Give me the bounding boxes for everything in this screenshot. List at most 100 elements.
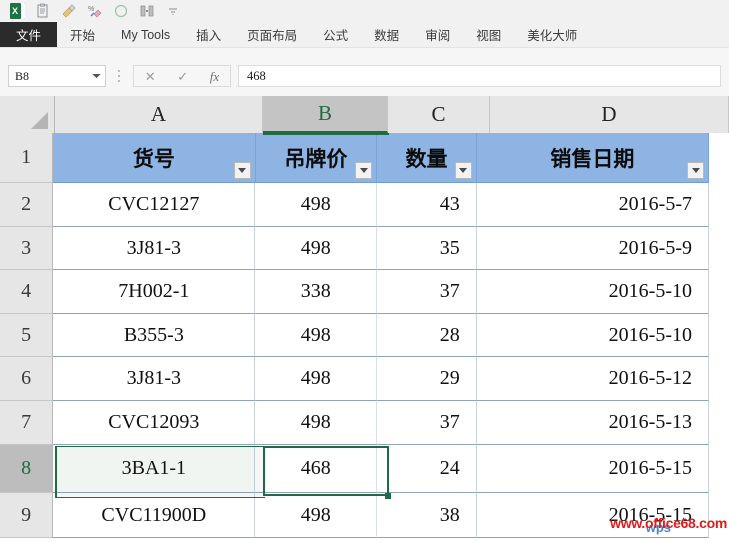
tab-formulas[interactable]: 公式 bbox=[310, 22, 361, 47]
cell-b3[interactable]: 498 bbox=[255, 227, 378, 270]
excel-window: X % 文件 开始 My Tools 插入 页面布局 公式 数据 审阅 视图 美… bbox=[0, 0, 729, 543]
row-header-9[interactable]: 9 bbox=[0, 493, 54, 538]
cell-d2[interactable]: 2016-5-7 bbox=[476, 183, 709, 227]
insert-function-icon[interactable]: fx bbox=[210, 70, 219, 83]
header-cell-d1-label: 销售日期 bbox=[550, 146, 635, 171]
name-box[interactable]: B8 bbox=[8, 65, 106, 87]
cell-c9[interactable]: 38 bbox=[377, 493, 477, 538]
row-header-8[interactable]: 8 bbox=[0, 445, 54, 493]
cell-a6[interactable]: 3J81-3 bbox=[53, 357, 256, 401]
table-row: 6 3J81-3 498 29 2016-5-12 bbox=[0, 357, 729, 401]
cell-b2[interactable]: 498 bbox=[255, 183, 378, 227]
cell-c7[interactable]: 37 bbox=[377, 401, 477, 445]
cell-a9[interactable]: CVC11900D bbox=[53, 493, 256, 538]
tab-beautify-master[interactable]: 美化大师 bbox=[514, 22, 590, 47]
undo-icon[interactable] bbox=[108, 1, 134, 21]
name-box-value: B8 bbox=[15, 68, 30, 83]
tab-my-tools[interactable]: My Tools bbox=[108, 22, 183, 47]
cell-a8[interactable]: 3BA1-1 bbox=[53, 445, 256, 493]
header-cell-c1[interactable]: 数量 bbox=[377, 133, 477, 183]
chevron-down-icon[interactable] bbox=[87, 73, 105, 79]
table-row: 7 CVC12093 498 37 2016-5-13 bbox=[0, 401, 729, 445]
cell-c5[interactable]: 28 bbox=[377, 314, 477, 357]
row-header-5[interactable]: 5 bbox=[0, 314, 54, 357]
spreadsheet-grid: A B C D 1 货号 吊牌价 数量 销售日期 2 CVC12127 498 … bbox=[0, 96, 729, 543]
cell-a2[interactable]: CVC12127 bbox=[53, 183, 256, 227]
cell-b9[interactable]: 498 bbox=[255, 493, 378, 538]
filter-dropdown-icon-c[interactable] bbox=[454, 162, 472, 179]
filter-dropdown-icon-d[interactable] bbox=[687, 162, 704, 179]
cell-a7[interactable]: CVC12093 bbox=[53, 401, 256, 445]
cancel-formula-icon[interactable]: ✕ bbox=[145, 70, 156, 83]
cell-e2[interactable] bbox=[709, 183, 729, 227]
tab-page-layout[interactable]: 页面布局 bbox=[234, 22, 310, 47]
row-header-3[interactable]: 3 bbox=[0, 227, 54, 270]
cell-d7[interactable]: 2016-5-13 bbox=[476, 401, 709, 445]
cell-a4[interactable]: 7H002-1 bbox=[53, 270, 256, 314]
formula-input[interactable]: 468 bbox=[238, 65, 721, 87]
cell-d8[interactable]: 2016-5-15 bbox=[476, 445, 709, 493]
row-header-6[interactable]: 6 bbox=[0, 357, 54, 401]
header-cell-d1[interactable]: 销售日期 bbox=[476, 133, 709, 183]
tab-review[interactable]: 审阅 bbox=[412, 22, 463, 47]
cell-b8[interactable]: 468 bbox=[255, 445, 378, 493]
excel-logo-icon: X bbox=[4, 1, 30, 21]
tab-view[interactable]: 视图 bbox=[463, 22, 514, 47]
cell-c2[interactable]: 43 bbox=[377, 183, 477, 227]
cell-d3[interactable]: 2016-5-9 bbox=[476, 227, 709, 270]
table-row-selected: 8 3BA1-1 468 24 2016-5-15 bbox=[0, 445, 729, 493]
column-header-row: A B C D bbox=[0, 96, 729, 133]
cell-e5[interactable] bbox=[709, 314, 729, 357]
customize-qat-icon[interactable] bbox=[160, 1, 186, 21]
table-row: 4 7H002-1 338 37 2016-5-10 bbox=[0, 270, 729, 314]
cell-d6[interactable]: 2016-5-12 bbox=[476, 357, 709, 401]
column-header-b[interactable]: B bbox=[263, 96, 388, 133]
header-cell-e1[interactable] bbox=[709, 133, 729, 183]
column-header-d[interactable]: D bbox=[490, 96, 729, 133]
header-cell-a1[interactable]: 货号 bbox=[53, 133, 256, 183]
header-cell-c1-label: 数量 bbox=[405, 146, 448, 171]
confirm-formula-icon[interactable]: ✓ bbox=[177, 70, 188, 83]
insert-cells-icon[interactable] bbox=[134, 1, 160, 21]
cell-d4[interactable]: 2016-5-10 bbox=[476, 270, 709, 314]
tab-home[interactable]: 开始 bbox=[57, 22, 108, 47]
cell-d5[interactable]: 2016-5-10 bbox=[476, 314, 709, 357]
cell-b7[interactable]: 498 bbox=[255, 401, 378, 445]
cell-c4[interactable]: 37 bbox=[377, 270, 477, 314]
cell-e8[interactable] bbox=[709, 445, 729, 493]
formula-bar-grip[interactable] bbox=[115, 68, 123, 84]
cell-e6[interactable] bbox=[709, 357, 729, 401]
filter-dropdown-icon-a[interactable] bbox=[233, 162, 251, 179]
tab-insert[interactable]: 插入 bbox=[183, 22, 234, 47]
ribbon-tab-strip: 文件 开始 My Tools 插入 页面布局 公式 数据 审阅 视图 美化大师 bbox=[0, 22, 729, 48]
tab-data[interactable]: 数据 bbox=[361, 22, 412, 47]
cell-b4[interactable]: 338 bbox=[255, 270, 378, 314]
cell-c8[interactable]: 24 bbox=[377, 445, 477, 493]
header-cell-a1-label: 货号 bbox=[132, 146, 175, 171]
quick-access-toolbar: X % bbox=[0, 0, 729, 22]
row-header-7[interactable]: 7 bbox=[0, 401, 54, 445]
tab-file[interactable]: 文件 bbox=[0, 22, 58, 47]
select-all-corner[interactable] bbox=[0, 96, 55, 133]
cell-c6[interactable]: 29 bbox=[377, 357, 477, 401]
cut-icon[interactable]: % bbox=[82, 1, 108, 21]
cell-b5[interactable]: 498 bbox=[255, 314, 378, 357]
cell-e3[interactable] bbox=[709, 227, 729, 270]
formula-action-buttons: ✕ ✓ fx bbox=[133, 65, 231, 87]
cell-e7[interactable] bbox=[709, 401, 729, 445]
cell-c3[interactable]: 35 bbox=[377, 227, 477, 270]
cell-a3[interactable]: 3J81-3 bbox=[53, 227, 256, 270]
row-header-2[interactable]: 2 bbox=[0, 183, 54, 227]
format-painter-icon[interactable] bbox=[56, 1, 82, 21]
row-header-4[interactable]: 4 bbox=[0, 270, 54, 314]
column-header-c[interactable]: C bbox=[388, 96, 490, 133]
row-header-1[interactable]: 1 bbox=[0, 133, 54, 183]
cell-a5[interactable]: B355-3 bbox=[53, 314, 256, 357]
cell-b6[interactable]: 498 bbox=[255, 357, 378, 401]
column-header-a[interactable]: A bbox=[55, 96, 263, 133]
svg-text:%: % bbox=[88, 6, 94, 13]
filter-dropdown-icon-b[interactable] bbox=[355, 162, 373, 179]
header-cell-b1[interactable]: 吊牌价 bbox=[255, 133, 378, 183]
cell-e4[interactable] bbox=[709, 270, 729, 314]
paste-icon[interactable] bbox=[30, 1, 56, 21]
